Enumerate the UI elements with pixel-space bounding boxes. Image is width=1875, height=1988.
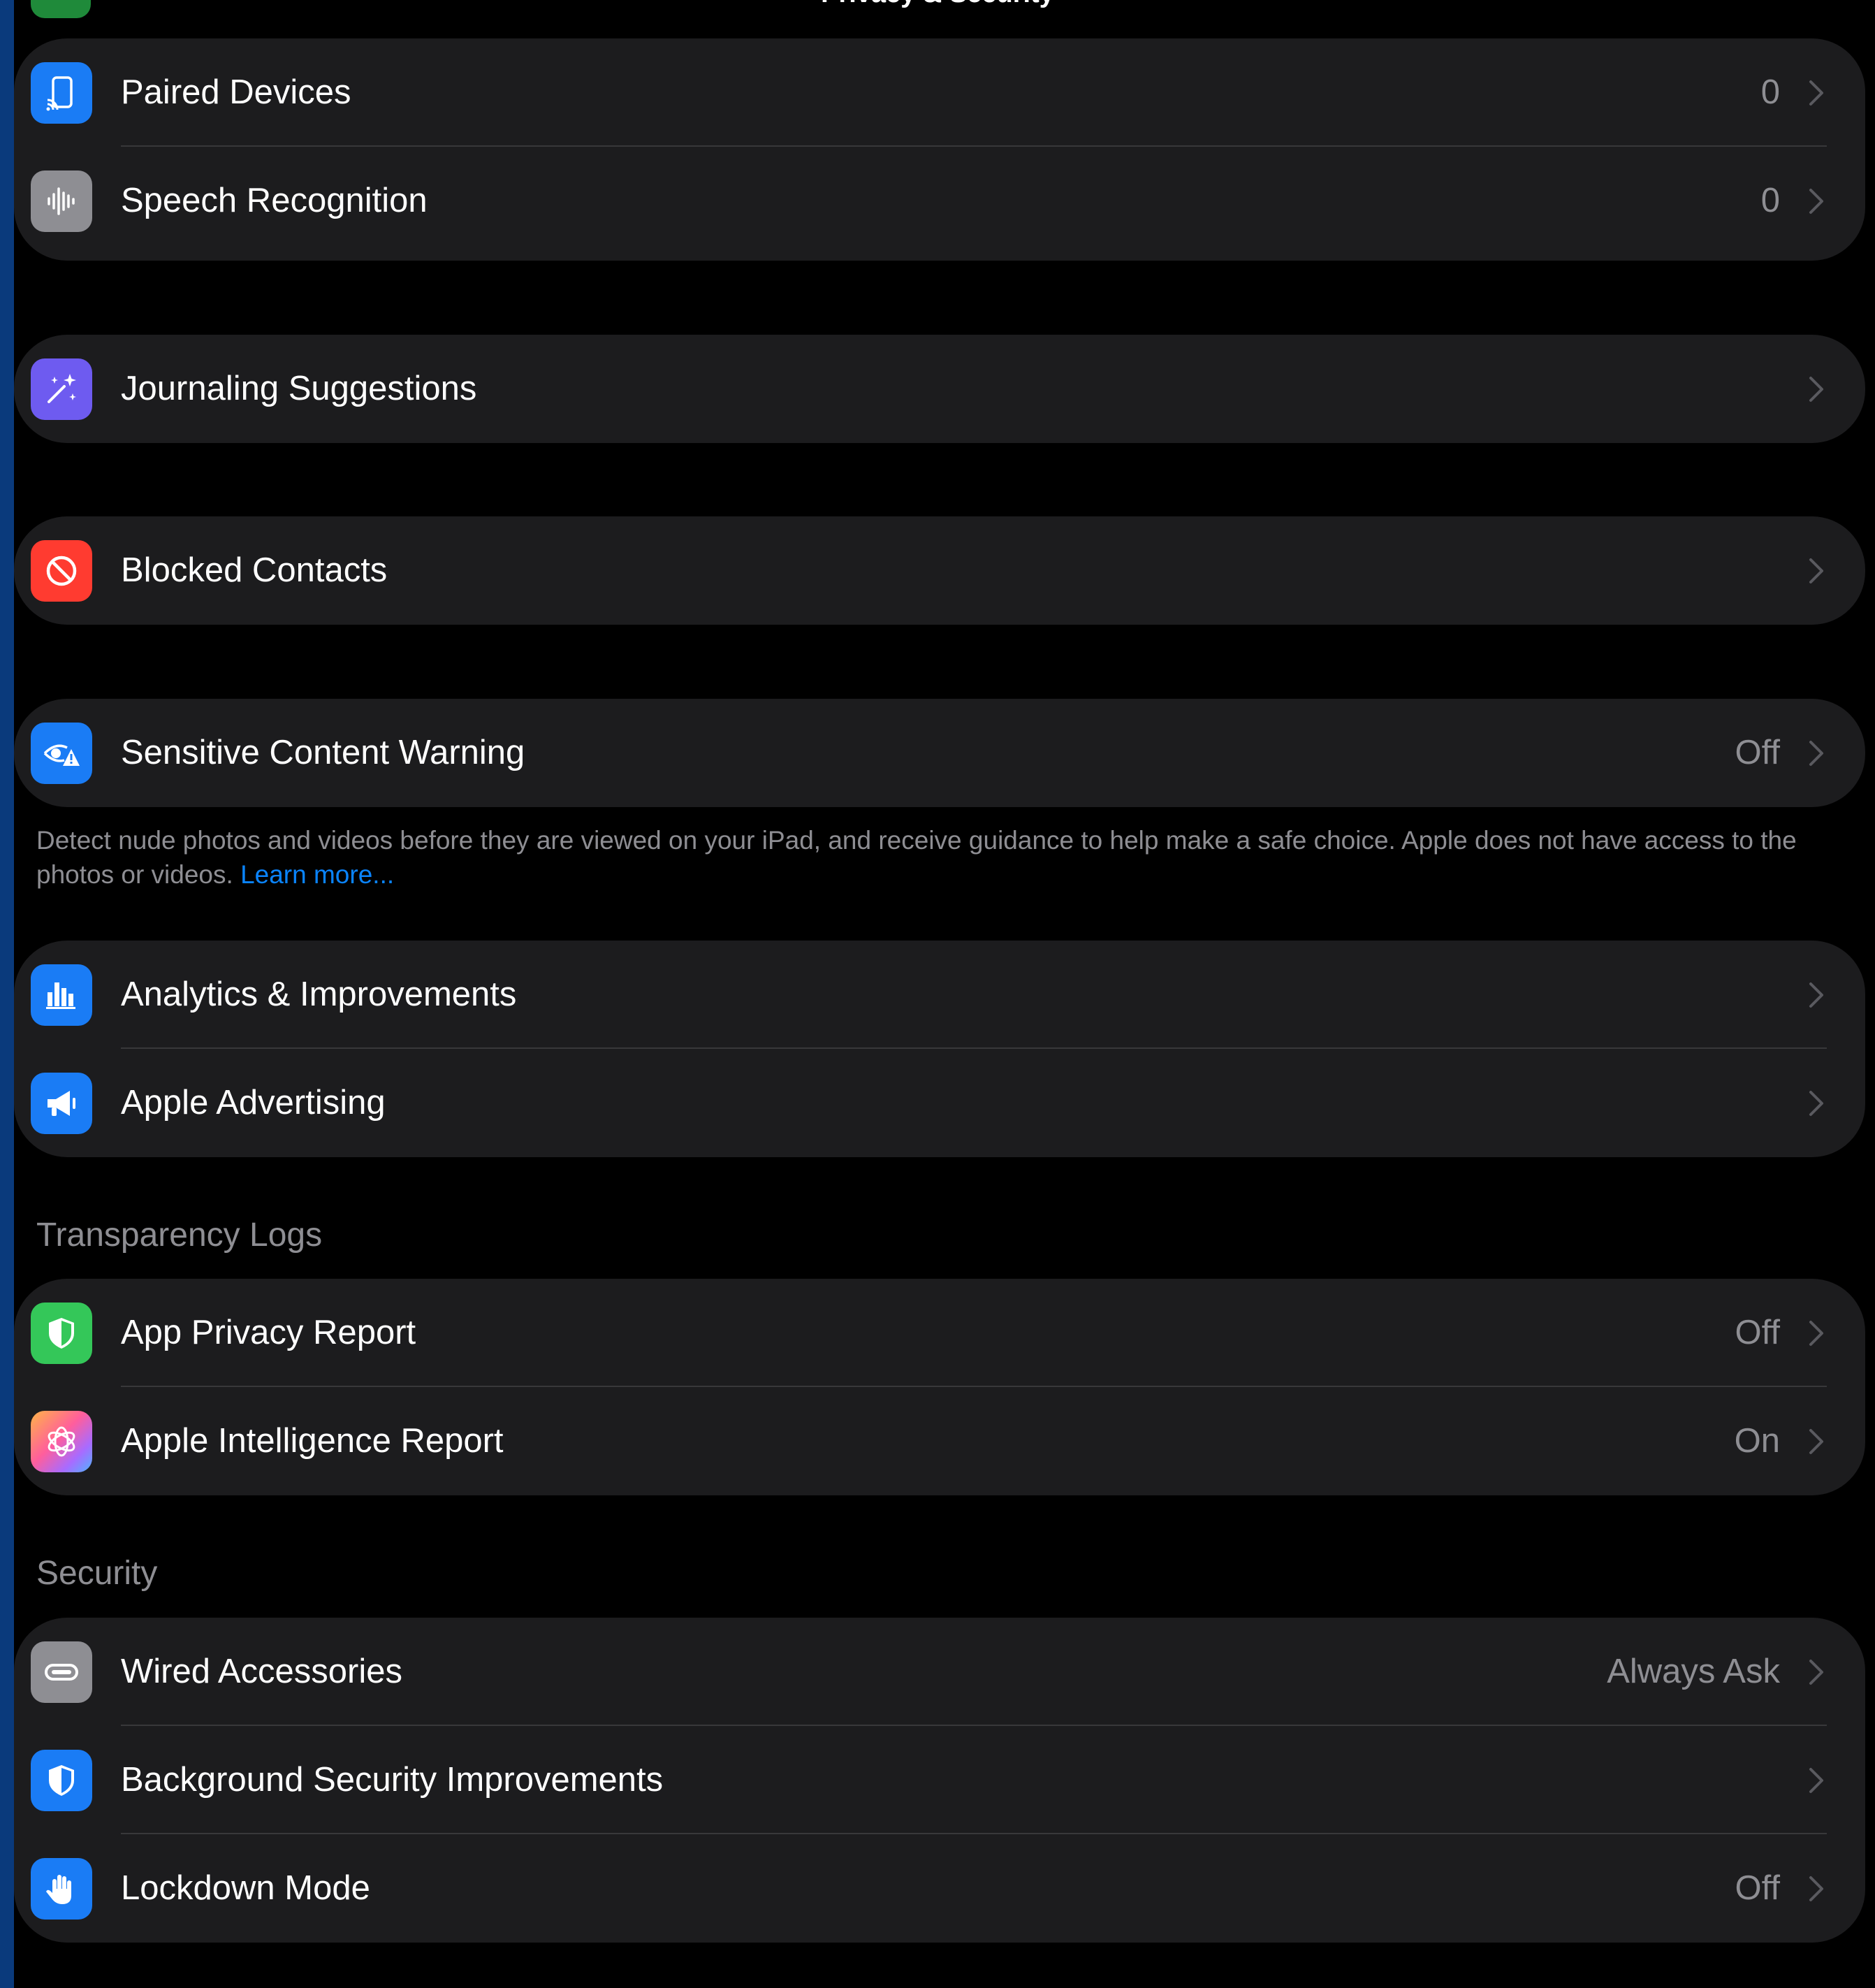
sidebar-edge: [0, 0, 14, 1988]
app-privacy-report-row[interactable]: App Privacy Report Off: [14, 1279, 1865, 1387]
learn-more-link[interactable]: Learn more...: [240, 860, 394, 889]
hand-icon: [31, 1858, 92, 1920]
paired-devices-label: Paired Devices: [121, 73, 351, 111]
chevron-right-icon: [1807, 78, 1826, 108]
app-privacy-report-label: App Privacy Report: [121, 1314, 416, 1351]
analytics-group: Analytics & Improvements Apple Advertisi…: [14, 941, 1865, 1157]
page-title: Privacy & Security: [0, 0, 1875, 9]
devices-group: Paired Devices 0 Speech Recognition 0: [14, 38, 1865, 261]
apple-advertising-label: Apple Advertising: [121, 1084, 386, 1122]
chevron-right-icon: [1807, 1873, 1826, 1904]
chevron-right-icon: [1807, 980, 1826, 1010]
eye-warning-icon: [31, 723, 92, 784]
lockdown-mode-row[interactable]: Lockdown Mode Off: [14, 1834, 1865, 1943]
journaling-group: Journaling Suggestions: [14, 335, 1865, 443]
sensitive-group: Sensitive Content Warning Off: [14, 699, 1865, 807]
chevron-right-icon: [1807, 556, 1826, 586]
blocked-group: Blocked Contacts: [14, 516, 1865, 625]
blocked-contacts-row[interactable]: Blocked Contacts: [14, 516, 1865, 625]
journaling-suggestions-row[interactable]: Journaling Suggestions: [14, 335, 1865, 443]
transparency-logs-header: Transparency Logs: [36, 1217, 323, 1254]
chevron-right-icon: [1807, 1657, 1826, 1688]
bar-chart-icon: [31, 964, 92, 1026]
sensitive-content-warning-row[interactable]: Sensitive Content Warning Off: [14, 699, 1865, 807]
chevron-right-icon: [1807, 738, 1826, 769]
chevron-right-icon: [1807, 1318, 1826, 1349]
sensitive-content-warning-label: Sensitive Content Warning: [121, 734, 525, 771]
magic-wand-icon: [31, 358, 92, 420]
speech-recognition-row[interactable]: Speech Recognition 0: [14, 147, 1865, 255]
shield-icon: [31, 1750, 92, 1811]
chevron-right-icon: [1807, 1088, 1826, 1119]
chevron-right-icon: [1807, 186, 1826, 217]
paired-devices-icon: [31, 62, 92, 124]
apple-intelligence-report-row[interactable]: Apple Intelligence Report On: [14, 1387, 1865, 1495]
apple-intelligence-icon: [31, 1411, 92, 1472]
lockdown-mode-label: Lockdown Mode: [121, 1869, 370, 1907]
speech-recognition-count: 0: [1760, 182, 1780, 219]
analytics-improvements-label: Analytics & Improvements: [121, 975, 517, 1013]
blocked-contacts-label: Blocked Contacts: [121, 551, 388, 589]
security-group: Wired Accessories Always Ask Background …: [14, 1618, 1865, 1943]
apple-intelligence-report-value: On: [1734, 1422, 1780, 1460]
paired-devices-count: 0: [1760, 73, 1780, 111]
chevron-right-icon: [1807, 1765, 1826, 1796]
apple-intelligence-report-label: Apple Intelligence Report: [121, 1422, 504, 1460]
apple-advertising-row[interactable]: Apple Advertising: [14, 1049, 1865, 1157]
wired-accessories-value: Always Ask: [1607, 1653, 1780, 1690]
wired-accessories-label: Wired Accessories: [121, 1653, 403, 1690]
chevron-right-icon: [1807, 374, 1826, 405]
paired-devices-row[interactable]: Paired Devices 0: [14, 38, 1865, 147]
journaling-suggestions-label: Journaling Suggestions: [121, 370, 477, 407]
waveform-icon: [31, 170, 92, 232]
megaphone-icon: [31, 1073, 92, 1134]
sensitive-content-footer: Detect nude photos and videos before the…: [36, 823, 1825, 892]
background-security-row[interactable]: Background Security Improvements: [14, 1726, 1865, 1834]
blocked-icon: [31, 540, 92, 602]
sensitive-content-warning-value: Off: [1735, 734, 1780, 771]
chevron-right-icon: [1807, 1426, 1826, 1457]
transparency-group: App Privacy Report Off Apple Intelligenc…: [14, 1279, 1865, 1495]
lockdown-mode-value: Off: [1735, 1869, 1780, 1907]
background-security-label: Background Security Improvements: [121, 1761, 664, 1799]
wired-accessories-row[interactable]: Wired Accessories Always Ask: [14, 1618, 1865, 1726]
analytics-improvements-row[interactable]: Analytics & Improvements: [14, 941, 1865, 1049]
speech-recognition-label: Speech Recognition: [121, 182, 428, 219]
shield-icon: [31, 1303, 92, 1364]
cable-icon: [31, 1641, 92, 1703]
app-privacy-report-value: Off: [1735, 1314, 1780, 1351]
security-header: Security: [36, 1555, 158, 1592]
